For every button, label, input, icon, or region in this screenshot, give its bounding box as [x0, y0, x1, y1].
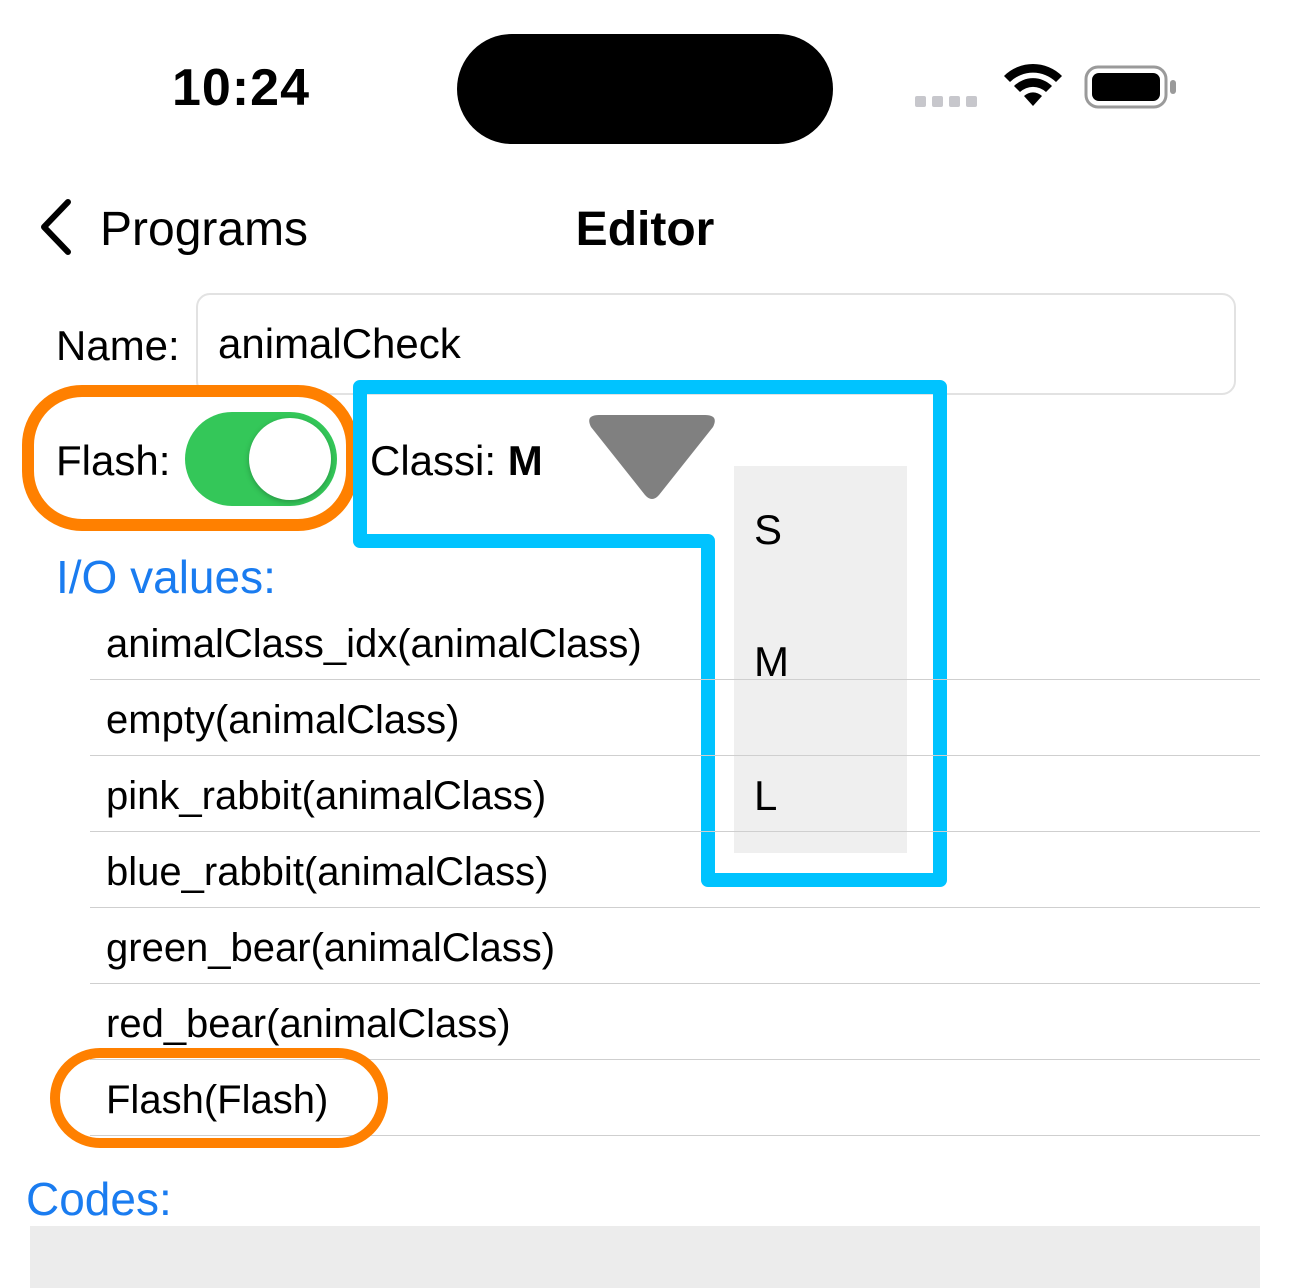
class-selected-value: M [507, 437, 543, 484]
list-item-label: blue_rabbit(animalClass) [106, 850, 549, 894]
list-item[interactable]: green_bear(animalClass) [90, 908, 1260, 984]
list-item-label: pink_rabbit(animalClass) [106, 774, 547, 818]
list-item[interactable]: pink_rabbit(animalClass) [90, 756, 1260, 832]
class-label-text: Classi: [370, 437, 508, 484]
codes-editor[interactable] [30, 1226, 1260, 1288]
io-values-heading: I/O values: [56, 551, 276, 603]
list-item-label: green_bear(animalClass) [106, 926, 556, 970]
dynamic-island [457, 34, 833, 144]
list-item[interactable]: animalClass_idx(animalClass) [90, 604, 1260, 680]
list-item-label: animalClass_idx(animalClass) [106, 622, 642, 666]
name-label: Name: [56, 322, 180, 369]
flash-io-highlight-annotation [50, 1048, 388, 1148]
name-input[interactable]: animalCheck [196, 293, 1236, 395]
cellular-signal-icon [915, 96, 977, 107]
class-picker-label[interactable]: Classi: M [370, 437, 543, 485]
list-item-label: red_bear(animalClass) [106, 1002, 511, 1046]
battery-icon [1084, 65, 1176, 109]
wifi-icon [1004, 63, 1062, 106]
dropdown-triangle-icon[interactable] [585, 413, 719, 503]
status-time: 10:24 [172, 59, 310, 117]
list-item[interactable]: blue_rabbit(animalClass) [90, 832, 1260, 908]
list-item[interactable]: empty(animalClass) [90, 680, 1260, 756]
list-item-label: empty(animalClass) [106, 698, 460, 742]
codes-heading: Codes: [26, 1173, 172, 1225]
page-title: Editor [575, 203, 715, 256]
dropdown-option-s[interactable]: S [754, 506, 782, 554]
flash-highlight-annotation [22, 385, 358, 531]
